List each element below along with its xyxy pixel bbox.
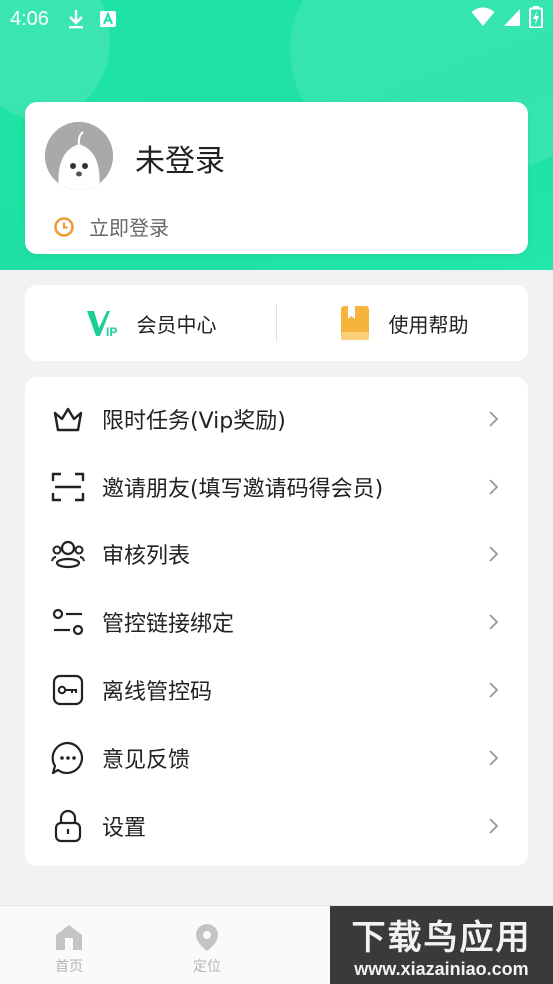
chevron-right-icon — [486, 478, 500, 496]
chat-icon — [51, 741, 85, 775]
wifi-icon — [471, 7, 495, 32]
quick-actions: IP 会员中心 使用帮助 — [25, 285, 528, 361]
profile-card[interactable]: 未登录 立即登录 — [25, 102, 528, 254]
profile-name: 未登录 — [135, 144, 225, 179]
signal-icon — [503, 7, 521, 32]
menu-item-label: 意见反馈 — [102, 747, 191, 773]
menu-item-offline-code[interactable]: 离线管控码 — [25, 656, 528, 724]
tab-location[interactable]: 定位 — [138, 906, 276, 984]
menu-list: 限时任务(Vip奖励) 邀请朋友(填写邀请码得会员) 审核列表 管控链接绑定 离… — [25, 377, 528, 866]
app-notification-icon — [97, 8, 119, 30]
vip-icon: IP — [85, 305, 121, 341]
battery-icon — [529, 5, 543, 33]
menu-item-feedback[interactable]: 意见反馈 — [25, 724, 528, 792]
menu-item-invite[interactable]: 邀请朋友(填写邀请码得会员) — [25, 453, 528, 521]
sliders-icon — [51, 605, 85, 639]
vip-center-button[interactable]: IP 会员中心 — [25, 285, 276, 361]
tab-home[interactable]: 首页 — [0, 906, 138, 984]
chevron-right-icon — [486, 681, 500, 699]
chevron-right-icon — [486, 545, 500, 563]
status-bar: 4:06 — [0, 0, 553, 38]
help-label: 使用帮助 — [388, 312, 469, 337]
key-icon — [51, 673, 85, 707]
svg-text:IP: IP — [106, 325, 117, 338]
download-icon — [65, 8, 87, 30]
chevron-right-icon — [486, 410, 500, 428]
login-link-label: 立即登录 — [89, 216, 169, 240]
watermark: 下载鸟应用 www.xiazainiao.com — [330, 906, 553, 984]
menu-item-label: 管控链接绑定 — [102, 612, 235, 638]
crown-icon — [51, 402, 85, 436]
chevron-right-icon — [486, 817, 500, 835]
menu-item-label: 离线管控码 — [102, 680, 213, 706]
menu-item-label: 限时任务(Vip奖励) — [102, 408, 286, 434]
menu-item-tasks[interactable]: 限时任务(Vip奖励) — [25, 385, 528, 453]
watermark-title: 下载鸟应用 — [351, 918, 532, 958]
help-book-icon — [337, 305, 373, 341]
vip-center-label: 会员中心 — [136, 312, 217, 337]
lock-icon — [51, 809, 85, 843]
avatar[interactable] — [45, 122, 113, 190]
watermark-url: www.xiazainiao.com — [354, 959, 529, 979]
status-time: 4:06 — [10, 7, 49, 30]
home-icon — [56, 925, 82, 950]
chevron-right-icon — [486, 613, 500, 631]
location-icon — [196, 924, 218, 951]
scan-icon — [51, 470, 85, 504]
login-link[interactable]: 立即登录 — [53, 212, 169, 241]
menu-item-label: 邀请朋友(填写邀请码得会员) — [102, 476, 384, 502]
tab-home-label: 首页 — [55, 959, 83, 975]
users-icon — [51, 537, 85, 571]
chevron-right-icon — [486, 749, 500, 767]
help-button[interactable]: 使用帮助 — [277, 285, 528, 361]
menu-item-link-binding[interactable]: 管控链接绑定 — [25, 588, 528, 656]
menu-item-label: 设置 — [102, 815, 147, 841]
menu-item-label: 审核列表 — [102, 544, 191, 570]
tab-location-label: 定位 — [193, 959, 221, 975]
menu-item-review-list[interactable]: 审核列表 — [25, 521, 528, 589]
clock-icon — [53, 216, 75, 238]
menu-item-settings[interactable]: 设置 — [25, 792, 528, 860]
